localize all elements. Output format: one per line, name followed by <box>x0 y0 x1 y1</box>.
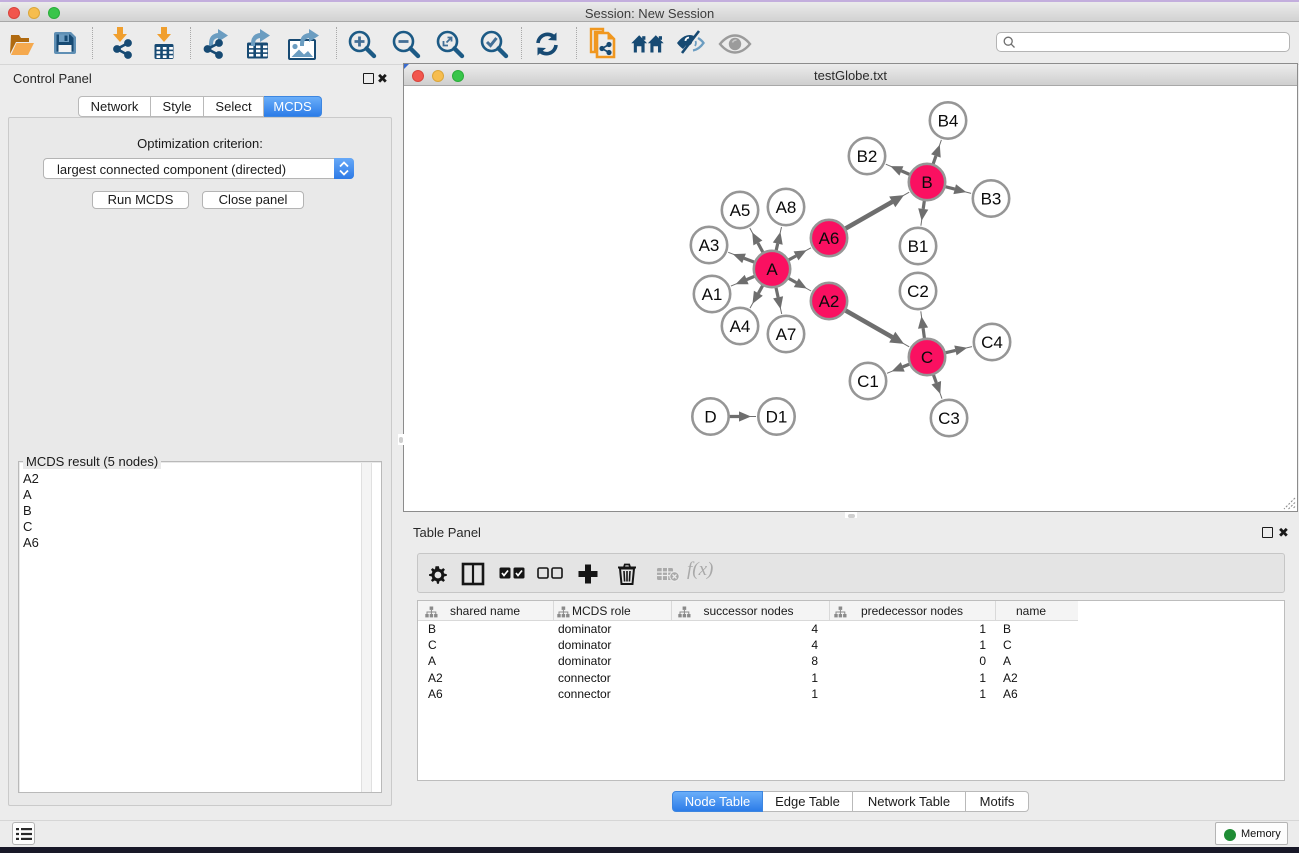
svg-text:C3: C3 <box>938 409 960 428</box>
svg-text:A4: A4 <box>730 317 751 336</box>
svg-text:A5: A5 <box>730 201 751 220</box>
svg-text:B2: B2 <box>857 147 878 166</box>
svg-text:B: B <box>921 173 932 192</box>
svg-text:C4: C4 <box>981 333 1003 352</box>
svg-text:D1: D1 <box>766 408 788 427</box>
svg-text:A2: A2 <box>819 292 840 311</box>
svg-text:D: D <box>704 408 716 427</box>
svg-text:C: C <box>921 348 933 367</box>
svg-text:A8: A8 <box>776 198 797 217</box>
svg-text:A6: A6 <box>819 229 840 248</box>
svg-text:B1: B1 <box>908 237 929 256</box>
svg-text:A1: A1 <box>702 285 723 304</box>
svg-text:A: A <box>766 260 778 279</box>
svg-text:A3: A3 <box>699 236 720 255</box>
svg-text:B4: B4 <box>938 112 959 131</box>
svg-text:A7: A7 <box>776 325 797 344</box>
svg-text:C1: C1 <box>857 372 879 391</box>
svg-text:C2: C2 <box>907 282 929 301</box>
svg-text:B3: B3 <box>981 190 1002 209</box>
